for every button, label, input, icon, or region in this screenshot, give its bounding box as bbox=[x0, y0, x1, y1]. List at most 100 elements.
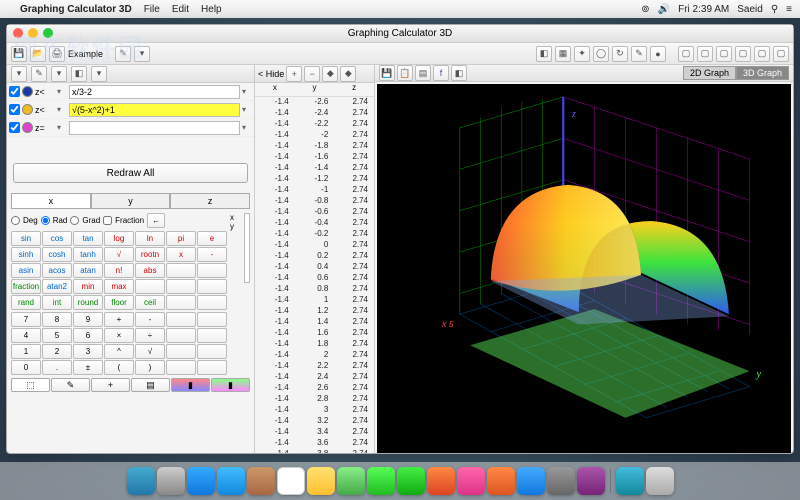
calc-key-9[interactable]: 9 bbox=[73, 312, 103, 327]
eq-options-icon[interactable]: ▾ bbox=[242, 105, 252, 114]
menu-file[interactable]: File bbox=[144, 4, 160, 15]
calc-key-+[interactable]: + bbox=[104, 312, 134, 327]
data-row[interactable]: -1.4-1.62.74 bbox=[255, 152, 374, 163]
data-row[interactable]: -1.4-0.42.74 bbox=[255, 218, 374, 229]
data-row[interactable]: -1.4-0.22.74 bbox=[255, 229, 374, 240]
calc-bottom-plus[interactable]: + bbox=[91, 378, 130, 392]
view-tool-fb[interactable]: f bbox=[433, 65, 449, 81]
redraw-button[interactable]: Redraw All bbox=[13, 163, 248, 183]
eq-enable-checkbox[interactable] bbox=[9, 122, 20, 133]
tab-2d[interactable]: 2D Graph bbox=[683, 66, 736, 80]
view-tool-copy[interactable]: 📋 bbox=[397, 65, 413, 81]
dock-notes-icon[interactable] bbox=[307, 467, 335, 495]
dock-itunes-icon[interactable] bbox=[457, 467, 485, 495]
eq-options-icon[interactable]: ▾ bbox=[242, 123, 252, 132]
data-row[interactable]: -1.43.22.74 bbox=[255, 416, 374, 427]
eq-dropdown-icon[interactable]: ▾ bbox=[57, 123, 67, 132]
data-row[interactable]: -1.4-2.22.74 bbox=[255, 119, 374, 130]
data-row[interactable]: -1.42.82.74 bbox=[255, 394, 374, 405]
dock-appstore-icon[interactable] bbox=[517, 467, 545, 495]
view-tool-share[interactable]: ▤ bbox=[415, 65, 431, 81]
calc-fn-n![interactable]: n! bbox=[104, 263, 134, 278]
dock-calendar-icon[interactable] bbox=[277, 467, 305, 495]
eq-options-icon[interactable]: ▾ bbox=[242, 87, 252, 96]
data-plus-button[interactable]: + bbox=[286, 66, 302, 82]
data-row[interactable]: -1.41.62.74 bbox=[255, 328, 374, 339]
grad-radio[interactable] bbox=[70, 216, 79, 225]
eq-tool-2[interactable]: ✎ bbox=[31, 66, 47, 82]
data-row[interactable]: -1.43.42.74 bbox=[255, 427, 374, 438]
calc-fn-tanh[interactable]: tanh bbox=[73, 247, 103, 262]
calc-fn-√[interactable]: √ bbox=[104, 247, 134, 262]
calc-fn-atan[interactable]: atan bbox=[73, 263, 103, 278]
toolbar-grid-icon[interactable]: ▦ bbox=[555, 46, 571, 62]
calc-fn-pi[interactable]: pi bbox=[166, 231, 196, 246]
calc-tab-y[interactable]: y bbox=[91, 193, 171, 209]
menu-edit[interactable]: Edit bbox=[172, 4, 189, 15]
maximize-button[interactable] bbox=[43, 28, 53, 38]
calc-key-7[interactable]: 7 bbox=[11, 312, 41, 327]
toolbar-cube-icon[interactable]: ◧ bbox=[536, 46, 552, 62]
calc-fn-min[interactable]: min bbox=[73, 279, 103, 294]
dock-mail-icon[interactable] bbox=[217, 467, 245, 495]
calc-fn-sin[interactable]: sin bbox=[11, 231, 41, 246]
data-row[interactable]: -1.41.42.74 bbox=[255, 317, 374, 328]
calc-fn-x[interactable]: x bbox=[166, 247, 196, 262]
calc-key-)[interactable]: ) bbox=[135, 360, 165, 375]
data-row[interactable]: -1.412.74 bbox=[255, 295, 374, 306]
toolbar-axes-icon[interactable]: ✦ bbox=[574, 46, 590, 62]
data-row[interactable]: -1.4-2.62.74 bbox=[255, 97, 374, 108]
data-row[interactable]: -1.40.62.74 bbox=[255, 273, 374, 284]
data-row[interactable]: -1.42.62.74 bbox=[255, 383, 374, 394]
eq-dropdown-icon[interactable]: ▾ bbox=[57, 87, 67, 96]
calc-fn-rand[interactable]: rand bbox=[11, 295, 41, 310]
dock-safari-icon[interactable] bbox=[187, 467, 215, 495]
user-name[interactable]: Saeid bbox=[737, 4, 763, 15]
calc-bottom-6[interactable]: ▮ bbox=[211, 378, 250, 392]
toolbar-box1-icon[interactable]: ▢ bbox=[678, 46, 694, 62]
dock-messages-icon[interactable] bbox=[367, 467, 395, 495]
eq-enable-checkbox[interactable] bbox=[9, 104, 20, 115]
data-row[interactable]: -1.40.22.74 bbox=[255, 251, 374, 262]
data-row[interactable]: -1.4-12.74 bbox=[255, 185, 374, 196]
data-row[interactable]: -1.402.74 bbox=[255, 240, 374, 251]
toolbar-box2-icon[interactable]: ▢ bbox=[697, 46, 713, 62]
dock-facetime-icon[interactable] bbox=[397, 467, 425, 495]
eq-tool-4[interactable]: ◧ bbox=[71, 66, 87, 82]
calc-bottom-4[interactable]: ▤ bbox=[131, 378, 170, 392]
calc-fn-log[interactable]: log bbox=[104, 231, 134, 246]
fraction-checkbox[interactable] bbox=[103, 216, 112, 225]
clock[interactable]: Fri 2:39 AM bbox=[678, 4, 729, 15]
calc-fn-fraction[interactable]: fraction bbox=[11, 279, 41, 294]
menu-help[interactable]: Help bbox=[201, 4, 222, 15]
rad-radio[interactable] bbox=[41, 216, 50, 225]
data-minus-button[interactable]: − bbox=[304, 66, 320, 82]
calc-fn-atan2[interactable]: atan2 bbox=[42, 279, 72, 294]
app-name[interactable]: Graphing Calculator 3D bbox=[20, 4, 132, 15]
data-row[interactable]: -1.43.62.74 bbox=[255, 438, 374, 449]
minimize-button[interactable] bbox=[28, 28, 38, 38]
dock-finder-icon[interactable] bbox=[127, 467, 155, 495]
wifi-icon[interactable]: ⊚ bbox=[641, 4, 649, 15]
dock-launchpad-icon[interactable] bbox=[157, 467, 185, 495]
toolbar-pen-icon[interactable]: ✎ bbox=[631, 46, 647, 62]
3d-canvas[interactable]: x 5 y z bbox=[377, 84, 791, 453]
data-row[interactable]: -1.40.82.74 bbox=[255, 284, 374, 295]
calc-tab-x[interactable]: x bbox=[11, 193, 91, 209]
calc-key-±[interactable]: ± bbox=[73, 360, 103, 375]
data-tool-2[interactable]: ◆ bbox=[340, 66, 356, 82]
calc-key-^[interactable]: ^ bbox=[104, 344, 134, 359]
toolbar-dropdown-icon[interactable]: ▾ bbox=[134, 46, 150, 62]
col-z[interactable]: z bbox=[334, 83, 374, 96]
eq-expression-input[interactable] bbox=[69, 85, 240, 99]
calc-fn-asin[interactable]: asin bbox=[11, 263, 41, 278]
eq-expression-input[interactable] bbox=[69, 103, 240, 117]
calc-tab-z[interactable]: z bbox=[170, 193, 250, 209]
calc-fn-round[interactable]: round bbox=[73, 295, 103, 310]
calc-key-.[interactable]: . bbox=[42, 360, 72, 375]
hide-button[interactable]: < Hide bbox=[258, 69, 284, 79]
calc-key-÷[interactable]: ÷ bbox=[135, 328, 165, 343]
volume-icon[interactable]: 🔊 bbox=[658, 4, 670, 15]
dock-contacts-icon[interactable] bbox=[247, 467, 275, 495]
toolbar-save-icon[interactable]: 💾 bbox=[11, 46, 27, 62]
